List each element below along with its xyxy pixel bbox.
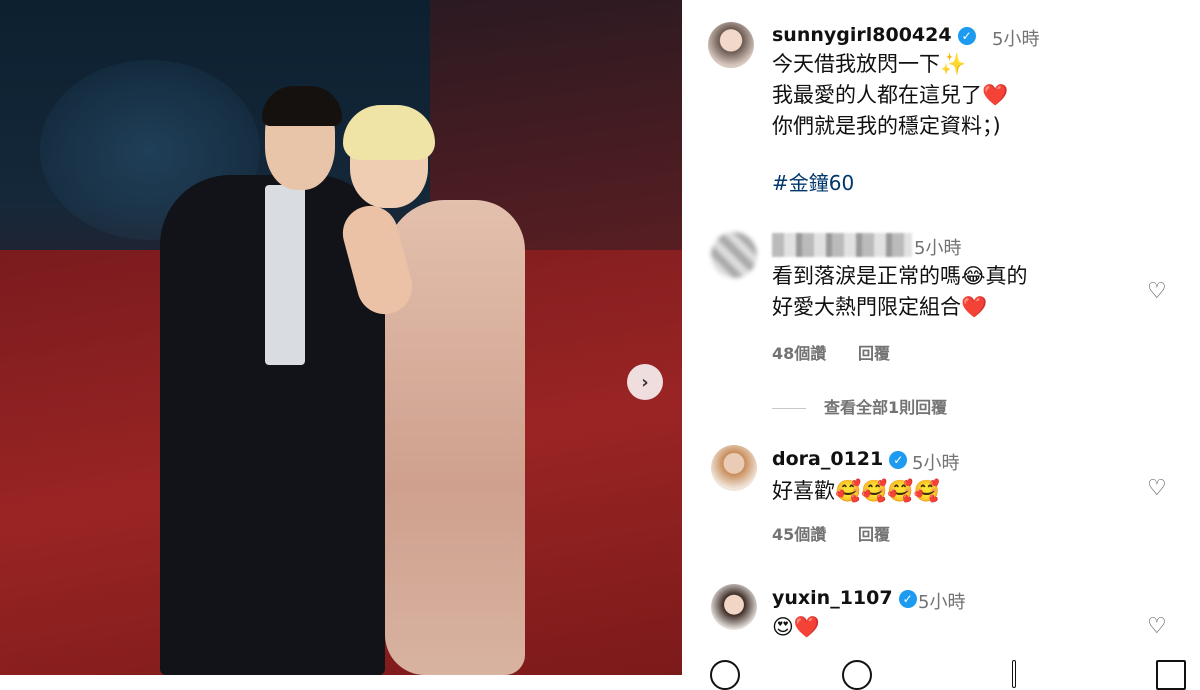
man-hair [262, 86, 342, 126]
comment-avatar[interactable] [711, 232, 757, 278]
man-shirt [265, 185, 305, 365]
comment-time: 5小時 [918, 592, 966, 613]
username-text[interactable]: sunnygirl800424 [772, 24, 952, 46]
verified-icon: ✓ [898, 589, 917, 608]
post-caption: 今天借我放閃一下✨ 我最愛的人都在這兒了❤️ 你們就是我的穩定資料；) [772, 49, 1008, 142]
comment-avatar[interactable] [711, 445, 757, 491]
comment-line: 看到落淚是正常的嗎😂真的 [772, 264, 1028, 288]
comment-text: 😍❤️ [772, 615, 821, 639]
verified-icon: ✓ [957, 26, 976, 45]
comment-time: 5小時 [912, 453, 960, 474]
verified-icon: ✓ [889, 450, 908, 469]
caption-line: 我最愛的人都在這兒了❤️ [772, 83, 1009, 107]
blurred-username [772, 233, 912, 257]
post-time: 5小時 [992, 29, 1040, 50]
comment-text: 好喜歡🥰🥰🥰🥰 [772, 479, 940, 503]
post-author-avatar[interactable] [708, 22, 754, 68]
comment-icon[interactable] [842, 660, 872, 690]
woman-hair [343, 105, 435, 160]
caption-line: 你們就是我的穩定資料；) [772, 114, 1001, 138]
save-icon[interactable] [1156, 660, 1186, 690]
post-author-username[interactable]: sunnygirl800424 ✓ [772, 24, 976, 46]
view-replies-button[interactable]: 查看全部1則回覆 [772, 394, 947, 418]
comment-likes[interactable]: 45個讚 [772, 521, 826, 545]
heart-icon[interactable]: ♡ [1147, 279, 1167, 304]
caption-line: 今天借我放閃一下✨ [772, 52, 967, 76]
carousel-next-button[interactable]: › [627, 364, 663, 400]
comment-likes[interactable]: 48個讚 [772, 340, 826, 364]
comment-time: 5小時 [914, 238, 962, 259]
hashtag-link[interactable]: #金鐘60 [772, 167, 854, 196]
comment-username[interactable]: dora_0121 ✓ [772, 448, 908, 470]
comment-line: 好愛大熱門限定組合❤️ [772, 295, 988, 319]
post-photo[interactable]: › [0, 0, 682, 675]
comment-text: 看到落淚是正常的嗎😂真的 好愛大熱門限定組合❤️ [772, 261, 1028, 323]
username-text[interactable]: dora_0121 [772, 448, 883, 470]
post-action-bar [682, 660, 1200, 690]
like-icon[interactable] [710, 660, 740, 690]
reply-button[interactable]: 回覆 [858, 340, 890, 364]
comment-avatar[interactable] [711, 584, 757, 630]
heart-icon[interactable]: ♡ [1147, 614, 1167, 639]
heart-icon[interactable]: ♡ [1147, 476, 1167, 501]
comment-username[interactable]: yuxin_1107 ✓ [772, 587, 917, 609]
username-text[interactable]: yuxin_1107 [772, 587, 893, 609]
chevron-right-icon: › [641, 371, 649, 393]
reply-button[interactable]: 回覆 [858, 521, 890, 545]
share-icon[interactable] [1012, 660, 1016, 688]
